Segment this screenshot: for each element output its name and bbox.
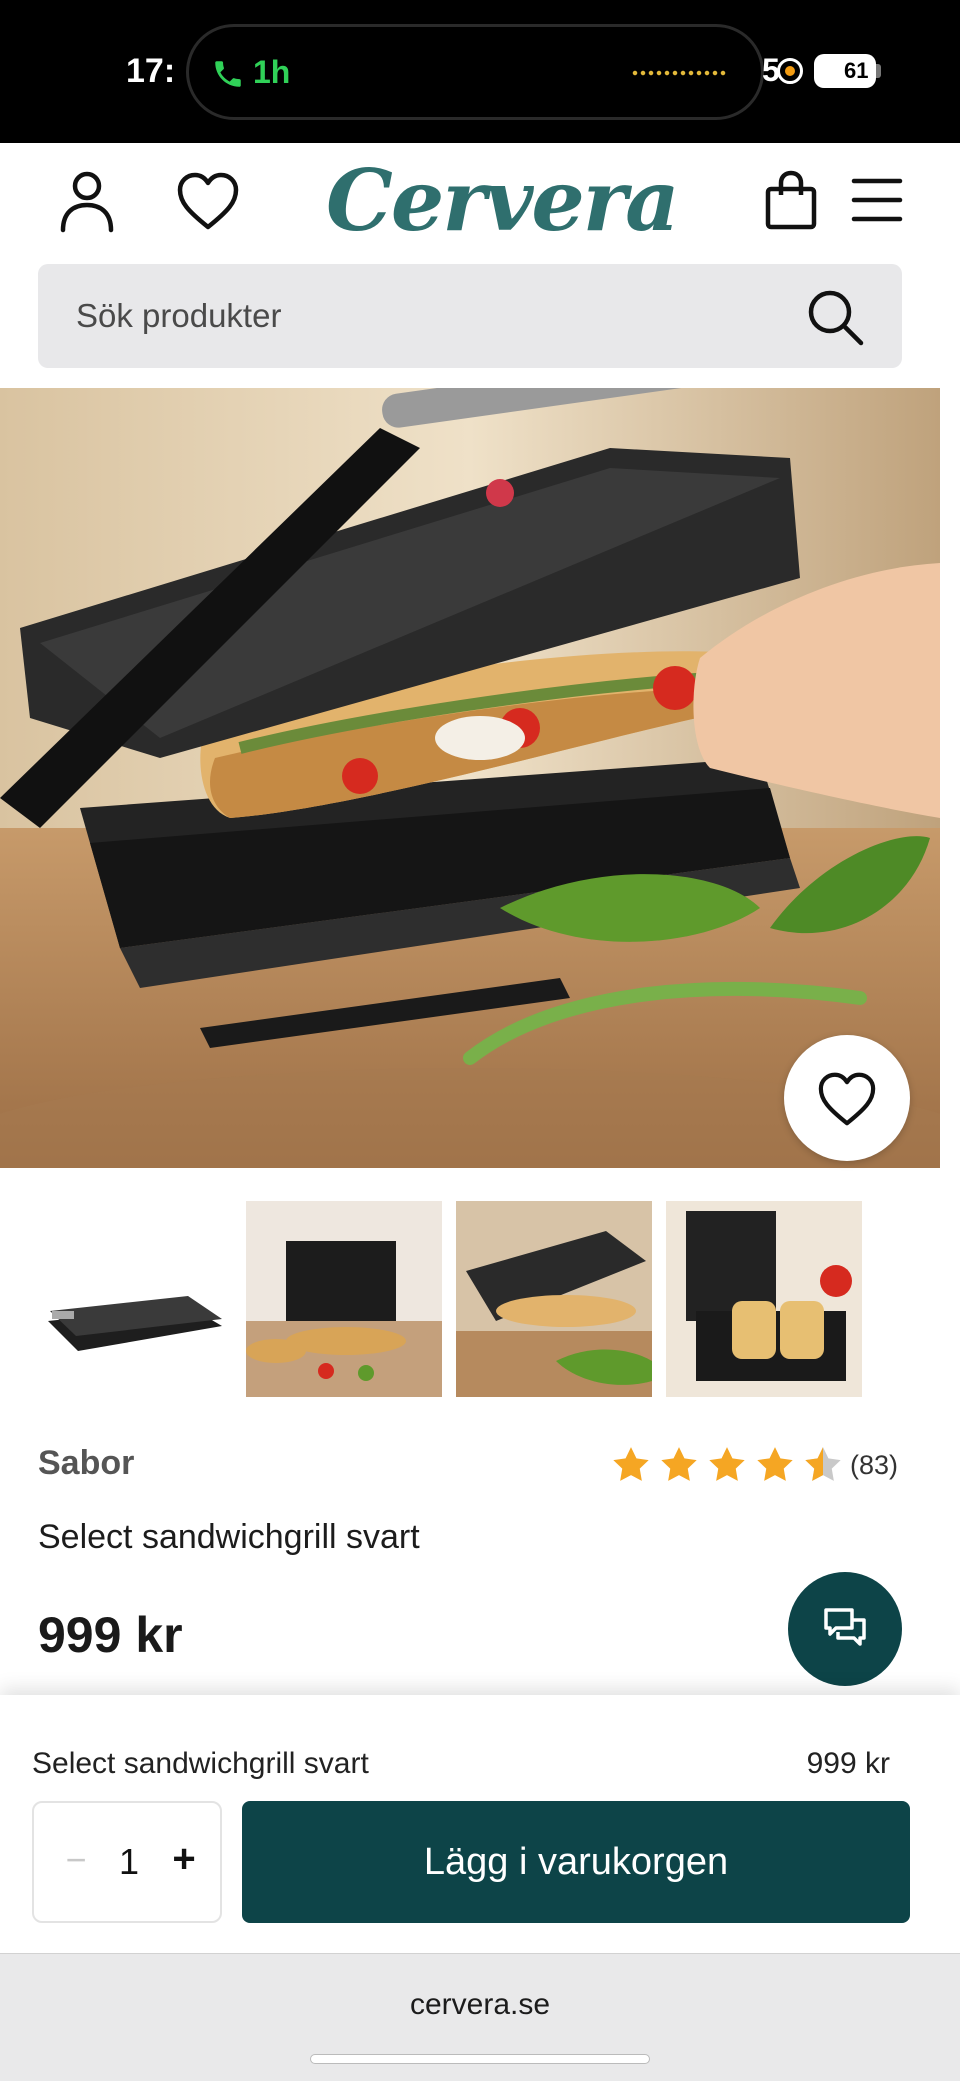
battery-icon: 61 xyxy=(814,54,876,88)
chat-icon xyxy=(824,1608,866,1646)
thumbnail-2[interactable] xyxy=(246,1201,442,1397)
quantity-value[interactable]: 1 xyxy=(106,1841,152,1883)
grill-closed-thumbnail xyxy=(38,1201,234,1397)
star-icon xyxy=(757,1447,793,1481)
url-field[interactable]: cervera.se xyxy=(0,1988,960,2022)
thumbnail-1[interactable] xyxy=(38,1201,234,1397)
product-title: Select sandwichgrill svart xyxy=(38,1518,420,1556)
star-icon xyxy=(661,1447,697,1481)
battery-cap xyxy=(876,64,881,78)
thumbnail-strip xyxy=(38,1201,898,1397)
buybar-price: 999 kr xyxy=(806,1747,890,1780)
add-to-wishlist-button[interactable] xyxy=(784,1035,910,1161)
chat-button[interactable] xyxy=(788,1572,902,1686)
grill-open-thumbnail xyxy=(246,1201,442,1397)
menu-icon[interactable] xyxy=(850,175,904,225)
audio-wave-icon xyxy=(631,69,727,77)
grill-sandwich-thumbnail xyxy=(456,1201,652,1397)
status-time: 17: xyxy=(126,52,176,90)
half-star-icon xyxy=(805,1447,841,1481)
star-icon xyxy=(613,1447,649,1481)
wishlist-icon[interactable] xyxy=(176,171,240,231)
recording-indicator-icon xyxy=(777,58,803,84)
star-icon xyxy=(709,1447,745,1481)
product-price: 999 kr xyxy=(38,1607,183,1663)
product-brand[interactable]: Sabor xyxy=(38,1444,134,1483)
page: 17: 1h 5 61 Cervera Sök produkter Sabor … xyxy=(0,0,960,2081)
heart-icon xyxy=(818,1072,876,1126)
review-count: (83) xyxy=(850,1450,899,1480)
home-indicator[interactable] xyxy=(310,2054,650,2064)
sandwich-grill-photo xyxy=(0,388,940,1168)
sticky-purchase-bar: Select sandwichgrill svart 999 kr − 1 + … xyxy=(0,1695,960,1953)
dynamic-island[interactable]: 1h xyxy=(186,24,764,120)
site-header: Cervera xyxy=(0,143,960,258)
account-icon[interactable] xyxy=(58,169,116,233)
quantity-stepper: − 1 + xyxy=(32,1801,222,1923)
quantity-decrease-button[interactable]: − xyxy=(56,1839,96,1887)
browser-address-bar: cervera.se xyxy=(0,1953,960,2081)
add-to-cart-button[interactable]: Lägg i varukorgen xyxy=(242,1801,910,1923)
battery-level: 61 xyxy=(844,58,869,83)
thumbnail-3[interactable] xyxy=(456,1201,652,1397)
product-rating[interactable]: (83) xyxy=(610,1444,910,1488)
phone-icon xyxy=(215,61,241,87)
thumbnail-4[interactable] xyxy=(666,1201,862,1397)
call-duration: 1h xyxy=(253,54,291,90)
product-main-image[interactable] xyxy=(0,388,940,1168)
cart-icon[interactable] xyxy=(764,169,818,231)
search-icon[interactable] xyxy=(804,286,866,348)
buybar-product-name: Select sandwichgrill svart xyxy=(32,1747,369,1780)
quantity-increase-button[interactable]: + xyxy=(162,1837,206,1885)
cervera-logo[interactable]: Cervera xyxy=(326,151,679,250)
status-bar: 17: 1h 5 61 xyxy=(0,0,960,143)
search-input[interactable]: Sök produkter xyxy=(38,264,902,368)
search-placeholder: Sök produkter xyxy=(76,297,282,334)
grill-toasties-thumbnail xyxy=(666,1201,862,1397)
